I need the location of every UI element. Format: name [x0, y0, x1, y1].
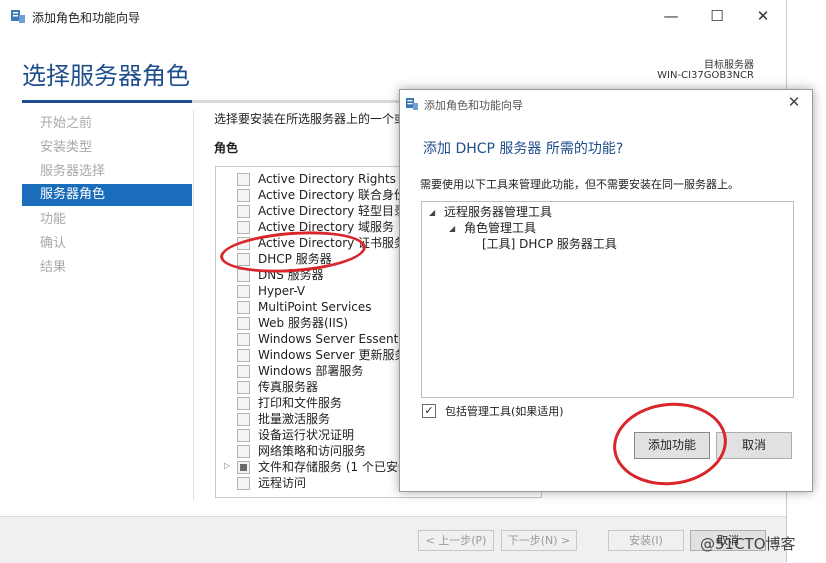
- role-checkbox[interactable]: [237, 381, 250, 394]
- minimize-button[interactable]: —: [648, 0, 694, 32]
- role-checkbox[interactable]: [237, 189, 250, 202]
- nav-item-server-roles[interactable]: 服务器角色: [22, 184, 192, 206]
- role-checkbox[interactable]: [237, 285, 250, 298]
- expand-arrow-icon[interactable]: ▷: [224, 461, 230, 470]
- role-checkbox[interactable]: [237, 333, 250, 346]
- wizard-button-bar: < 上一步(P) 下一步(N) > 安装(I) 取消: [0, 516, 786, 563]
- role-label: Hyper-V: [258, 284, 306, 298]
- role-checkbox[interactable]: [237, 349, 250, 362]
- previous-button[interactable]: < 上一步(P): [418, 530, 494, 551]
- role-label: Windows Server 更新服务: [258, 348, 407, 362]
- role-label: Windows Server Essentia: [258, 332, 410, 346]
- role-checkbox[interactable]: [237, 365, 250, 378]
- role-checkbox[interactable]: [237, 461, 250, 474]
- annotation-ellipse-add-features: [609, 397, 731, 491]
- role-label: 设备运行状况证明: [258, 428, 355, 442]
- role-checkbox[interactable]: [237, 429, 250, 442]
- roles-heading: 角色: [214, 141, 239, 155]
- role-checkbox[interactable]: [237, 413, 250, 426]
- nav-item-confirmation[interactable]: 确认: [22, 233, 192, 255]
- next-button[interactable]: 下一步(N) >: [501, 530, 577, 551]
- role-checkbox[interactable]: [237, 301, 250, 314]
- role-checkbox[interactable]: [237, 205, 250, 218]
- role-checkbox[interactable]: [237, 317, 250, 330]
- role-label: Active Directory Rights M: [258, 172, 411, 186]
- role-label: MultiPoint Services: [258, 300, 372, 314]
- nav-item-installation-type[interactable]: 安装类型: [22, 137, 192, 159]
- tree-node: 远程服务器管理工具: [444, 205, 553, 219]
- title-bar: 添加角色和功能向导 — ☐ ✕: [0, 0, 786, 32]
- collapse-arrow-icon[interactable]: ◢: [429, 208, 435, 217]
- role-checkbox[interactable]: [237, 397, 250, 410]
- target-server-name: WIN-CI37GOB3NCR: [657, 70, 754, 81]
- required-features-tree[interactable]: ◢ 远程服务器管理工具 ◢ 角色管理工具 [工具] DHCP 服务器工具: [421, 201, 794, 398]
- install-button[interactable]: 安装(I): [608, 530, 684, 551]
- role-checkbox[interactable]: [237, 221, 250, 234]
- role-label: 远程访问: [258, 476, 307, 490]
- tree-node: [工具] DHCP 服务器工具: [482, 237, 617, 251]
- tree-node: 角色管理工具: [464, 221, 537, 235]
- maximize-button[interactable]: ☐: [694, 0, 740, 32]
- role-checkbox[interactable]: [237, 477, 250, 490]
- instruction-text: 选择要安装在所选服务器上的一个或: [214, 112, 404, 126]
- dialog-description: 需要使用以下工具来管理此功能，但不需要安装在同一服务器上。: [420, 178, 739, 191]
- server-manager-icon: [406, 98, 418, 110]
- role-checkbox[interactable]: [237, 445, 250, 458]
- window-title: 添加角色和功能向导: [32, 11, 141, 25]
- role-label: Active Directory 轻型目录: [258, 204, 407, 218]
- dialog-heading: 添加 DHCP 服务器 所需的功能?: [423, 141, 624, 157]
- role-label: Active Directory 联合身份: [258, 188, 407, 202]
- server-manager-icon: [11, 10, 25, 23]
- role-label: 批量激活服务: [258, 412, 331, 426]
- watermark: @51CTO博客: [700, 535, 796, 553]
- role-label: 网络策略和访问服务: [258, 444, 367, 458]
- role-checkbox[interactable]: [237, 173, 250, 186]
- include-tools-label: 包括管理工具(如果适用): [445, 405, 564, 418]
- role-label: 文件和存储服务 (1 个已安装: [258, 460, 410, 474]
- include-tools-checkbox[interactable]: ✓: [422, 404, 436, 418]
- role-checkbox[interactable]: [237, 269, 250, 282]
- dialog-close-icon[interactable]: ✕: [784, 93, 804, 111]
- target-server-label: 目标服务器: [704, 60, 754, 71]
- header-divider-accent: [22, 100, 192, 103]
- nav-item-results[interactable]: 结果: [22, 257, 192, 279]
- role-label: 传真服务器: [258, 380, 319, 394]
- dialog-cancel-button[interactable]: 取消: [716, 432, 792, 459]
- nav-item-features[interactable]: 功能: [22, 209, 192, 231]
- role-label: Windows 部署服务: [258, 364, 364, 378]
- role-label: Web 服务器(IIS): [258, 316, 349, 330]
- add-features-dialog: 添加角色和功能向导 ✕ 添加 DHCP 服务器 所需的功能? 需要使用以下工具来…: [399, 89, 813, 492]
- dialog-title: 添加角色和功能向导: [424, 99, 523, 112]
- collapse-arrow-icon[interactable]: ◢: [449, 224, 455, 233]
- nav-item-before-you-begin[interactable]: 开始之前: [22, 113, 192, 135]
- role-label: 打印和文件服务: [258, 396, 343, 410]
- nav-item-server-selection[interactable]: 服务器选择: [22, 161, 192, 183]
- nav-divider: [193, 110, 194, 500]
- page-title: 选择服务器角色: [22, 62, 190, 90]
- close-button[interactable]: ✕: [740, 0, 786, 32]
- dialog-title-bar: 添加角色和功能向导 ✕: [400, 90, 812, 118]
